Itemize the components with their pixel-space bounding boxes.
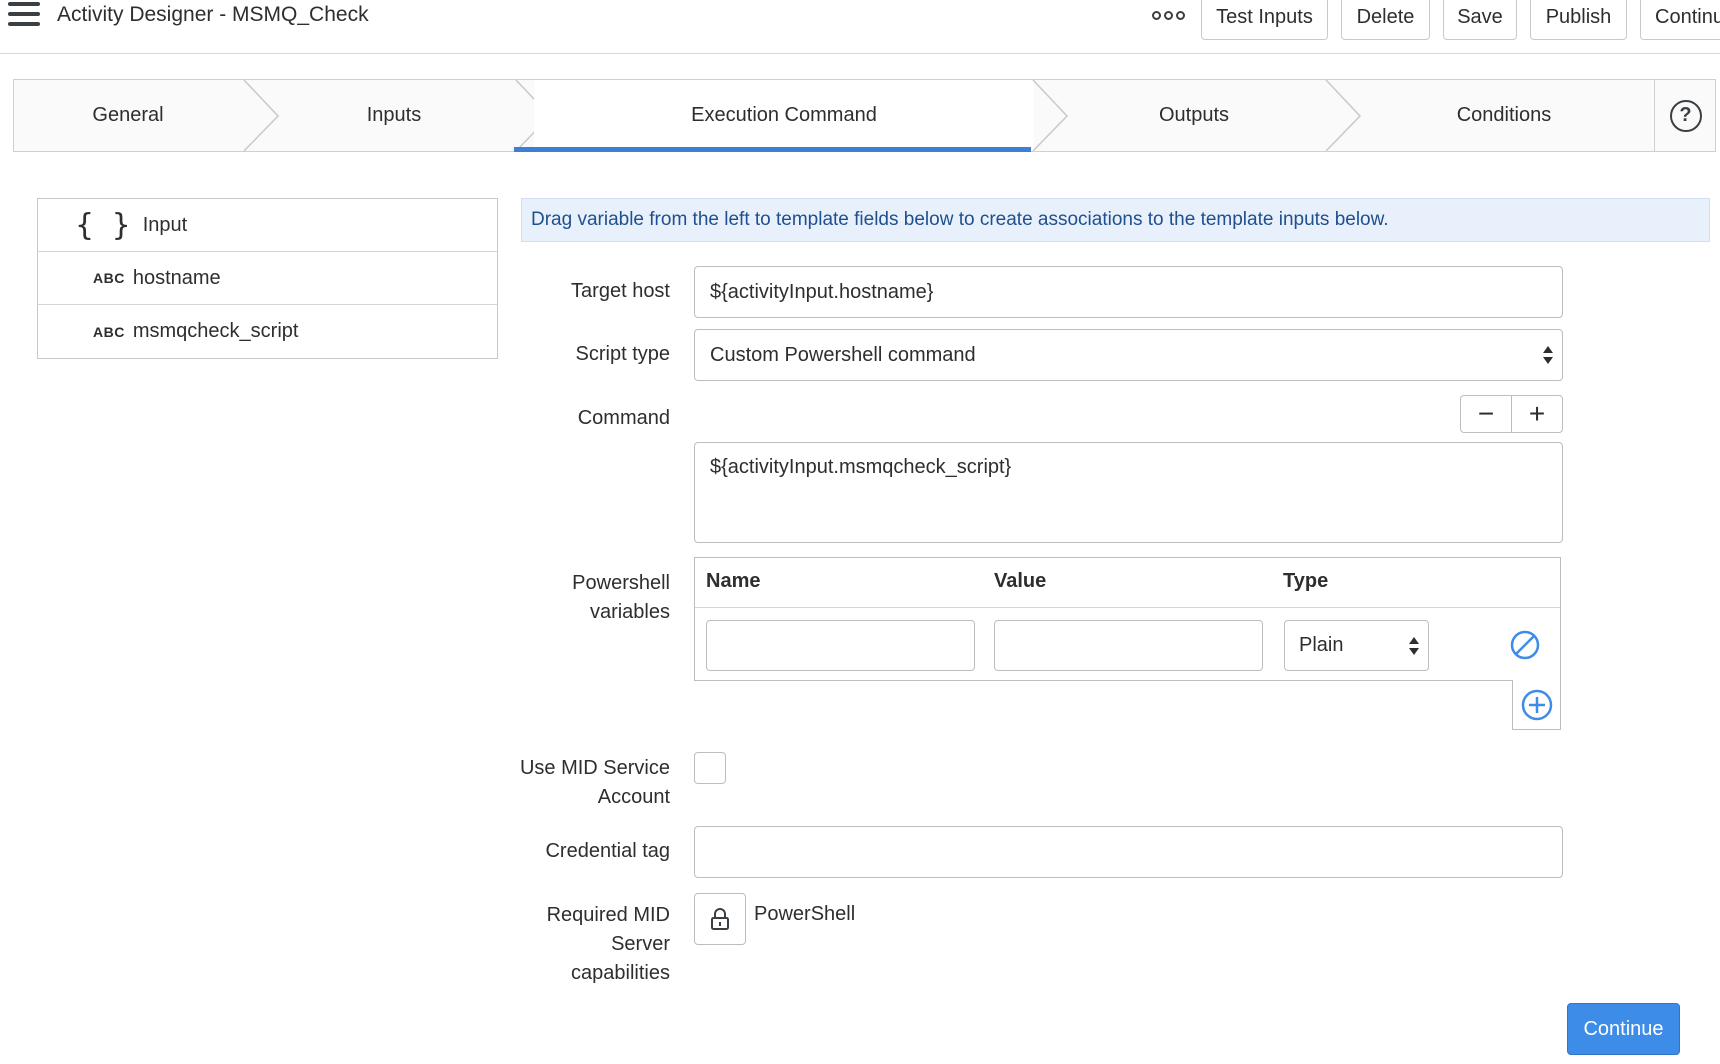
add-row-button[interactable] — [1512, 680, 1561, 730]
active-tab-indicator — [514, 147, 1031, 152]
hamburger-menu-icon[interactable] — [8, 2, 40, 28]
shrink-textarea-button[interactable]: − — [1461, 396, 1512, 432]
script-type-value: Custom Powershell command — [710, 343, 976, 366]
variable-value-input[interactable] — [994, 620, 1263, 671]
page-title: Activity Designer - MSMQ_Check — [57, 3, 369, 26]
info-banner: Drag variable from the left to template … — [521, 198, 1710, 242]
label-line: Use MID Service — [519, 757, 670, 779]
powershell-variables-table: Name Value Type Plain — [694, 557, 1561, 681]
label-line: capabilities — [571, 962, 670, 984]
script-type-select[interactable]: Custom Powershell command — [694, 329, 1563, 381]
column-header-type: Type — [1283, 570, 1329, 592]
select-arrows-icon — [1543, 346, 1553, 364]
tree-item-hostname[interactable]: ABC hostname — [38, 252, 497, 305]
tree-item-input[interactable]: { } Input — [38, 199, 497, 252]
test-inputs-button[interactable]: Test Inputs — [1201, 0, 1328, 40]
capabilities-lock-button[interactable] — [694, 893, 746, 945]
script-type-label: Script type — [575, 343, 670, 365]
variable-tree: { } Input ABC hostname ABC msmqcheck_scr… — [37, 198, 498, 359]
step-tabs: General Inputs Execution Command Outputs… — [13, 79, 1716, 152]
table-header: Name Value Type — [695, 558, 1560, 608]
tree-item-msmqcheck-script[interactable]: ABC msmqcheck_script — [38, 305, 497, 358]
lock-icon — [711, 908, 729, 930]
powershell-variables-label: Powershell variables — [572, 569, 670, 627]
target-host-input[interactable]: ${activityInput.hostname} — [694, 266, 1563, 318]
top-header: Activity Designer - MSMQ_Check Test Inpu… — [0, 0, 1720, 54]
credential-tag-input[interactable] — [694, 826, 1563, 878]
tree-item-label: hostname — [132, 266, 221, 289]
tab-general[interactable]: General — [14, 80, 242, 151]
capability-powershell: PowerShell — [754, 903, 856, 925]
more-options-icon[interactable] — [1150, 0, 1186, 30]
remove-row-icon[interactable] — [1510, 630, 1540, 660]
delete-button[interactable]: Delete — [1341, 0, 1430, 40]
tab-execution-command[interactable]: Execution Command — [534, 80, 1034, 151]
select-arrows-icon — [1409, 637, 1419, 655]
publish-button[interactable]: Publish — [1530, 0, 1627, 40]
save-button[interactable]: Save — [1443, 0, 1517, 40]
label-line: Server — [611, 933, 670, 955]
help-icon: ? — [1669, 99, 1702, 132]
string-type-icon: ABC — [93, 270, 125, 286]
tree-item-label: Input — [142, 213, 188, 236]
column-header-name: Name — [706, 570, 761, 592]
tab-conditions[interactable]: Conditions — [1354, 80, 1654, 151]
variable-name-input[interactable] — [706, 620, 975, 671]
object-braces-icon: { } — [75, 207, 135, 243]
add-circle-icon — [1521, 689, 1552, 720]
credential-tag-label: Credential tag — [545, 840, 670, 862]
continue-header-button[interactable]: Continu — [1640, 0, 1720, 40]
tab-inputs[interactable]: Inputs — [274, 80, 514, 151]
label-line: variables — [589, 601, 670, 623]
required-mid-capabilities-label: Required MID Server capabilities — [547, 901, 670, 988]
label-line: Required MID — [546, 904, 670, 926]
column-header-value: Value — [994, 570, 1047, 592]
target-host-label: Target host — [571, 280, 670, 302]
label-line: Powershell — [572, 572, 670, 594]
continue-button[interactable]: Continue — [1567, 1003, 1680, 1055]
tree-item-label: msmqcheck_script — [132, 320, 299, 342]
command-label: Command — [577, 407, 670, 429]
expand-textarea-button[interactable]: + — [1512, 396, 1562, 432]
string-type-icon: ABC — [93, 323, 125, 340]
help-button[interactable]: ? — [1654, 80, 1716, 151]
variable-type-value: Plain — [1299, 634, 1344, 656]
textarea-size-stepper: − + — [1460, 395, 1563, 433]
variable-type-select[interactable]: Plain — [1284, 620, 1429, 671]
label-line: Account — [597, 786, 670, 808]
tab-outputs[interactable]: Outputs — [1064, 80, 1324, 151]
command-textarea[interactable]: ${activityInput.msmqcheck_script} — [694, 442, 1563, 543]
use-mid-service-account-checkbox[interactable] — [694, 752, 726, 784]
use-mid-service-account-label: Use MID Service Account — [520, 754, 670, 812]
